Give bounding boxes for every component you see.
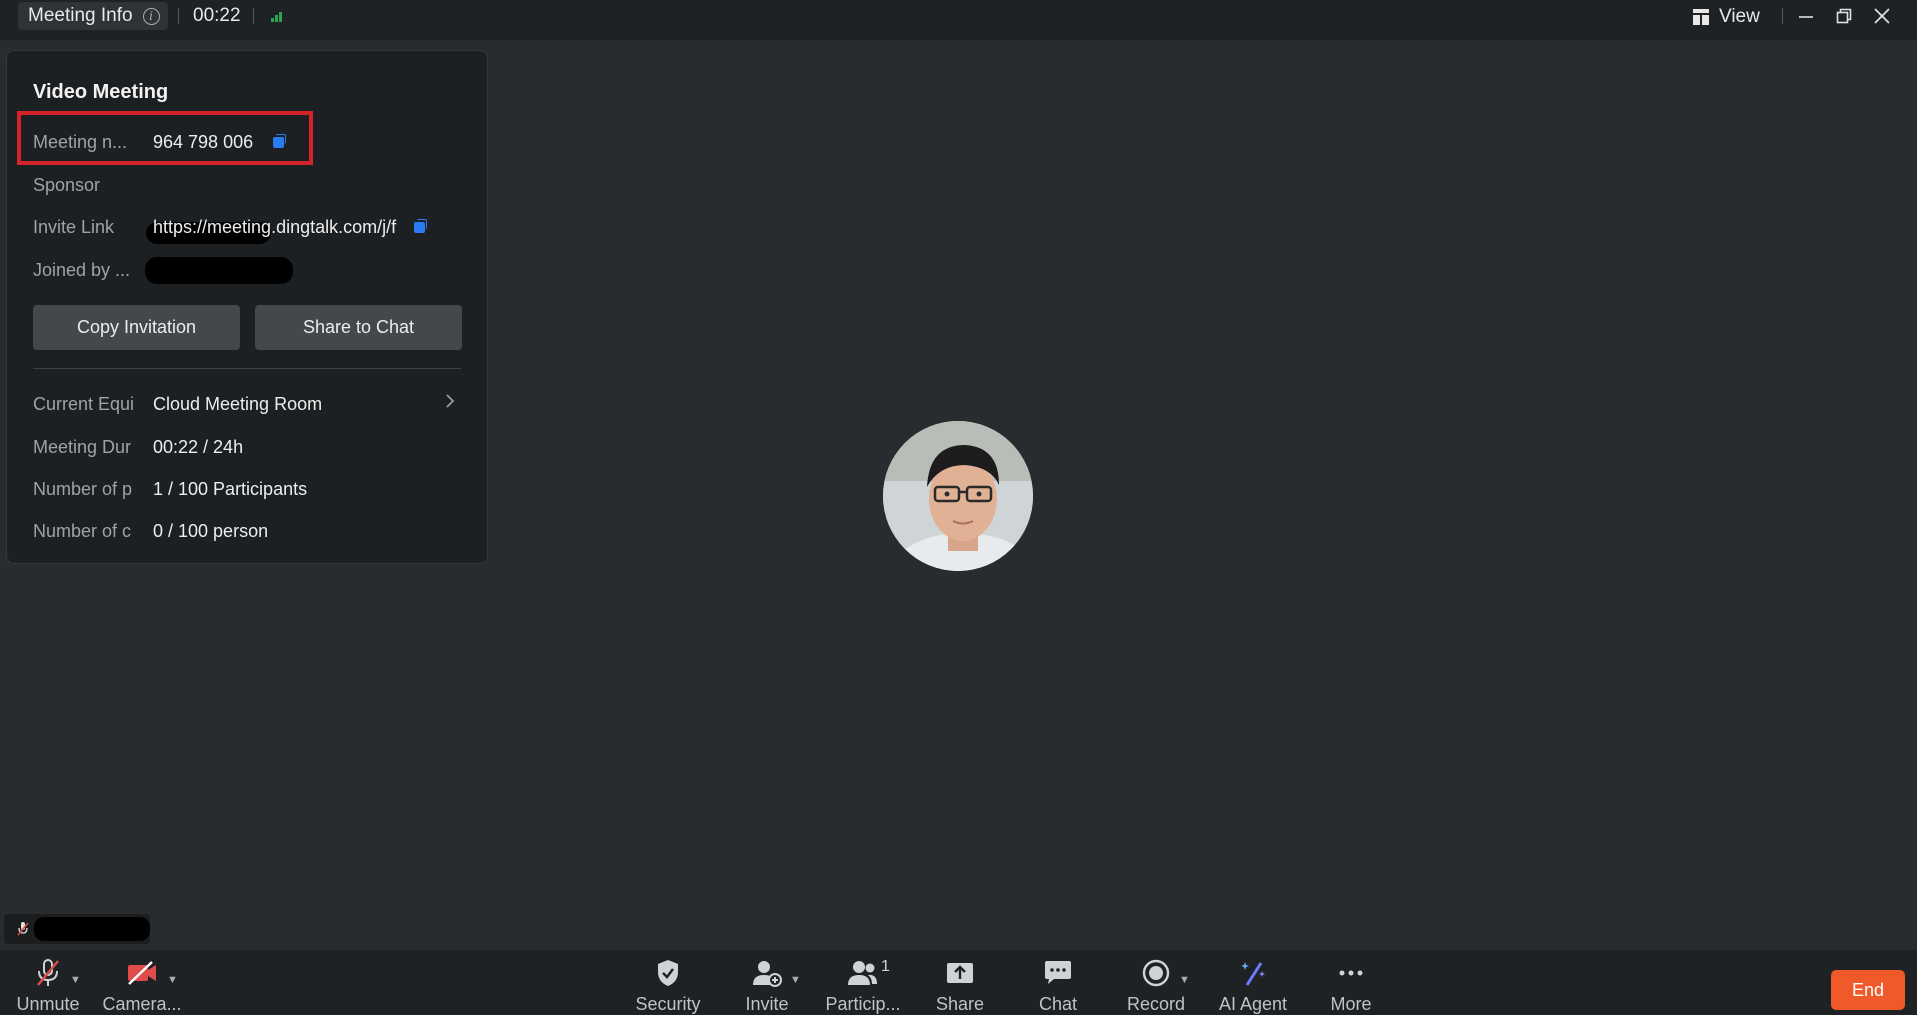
other-count-row: Number of c 0 / 100 person <box>33 518 268 544</box>
share-screen-icon <box>940 958 980 988</box>
unmute-label: Unmute <box>16 994 80 1014</box>
meeting-duration-label: Meeting Dur <box>33 436 132 457</box>
sponsor-label: Sponsor <box>33 174 101 195</box>
invite-label: Invite <box>745 994 789 1014</box>
info-icon: i <box>142 7 160 25</box>
participants-count-row: Number of p 1 / 100 Participants <box>33 476 307 502</box>
minimize-icon[interactable] <box>1793 4 1819 30</box>
ai-agent-label: AI Agent <box>1218 994 1288 1014</box>
end-meeting-button[interactable]: End <box>1831 970 1905 1010</box>
divider <box>178 8 179 24</box>
invite-button[interactable]: Invite <box>719 958 815 1015</box>
muted-mic-icon <box>28 958 68 988</box>
record-label: Record <box>1126 994 1186 1014</box>
other-count-value: 0 / 100 person <box>153 520 269 541</box>
participants-label: Particip... <box>825 994 901 1014</box>
view-button[interactable]: View <box>1693 4 1760 30</box>
meeting-timer: 00:22 <box>193 5 241 26</box>
highlight-annotation <box>17 111 313 165</box>
title-bar: Meeting Info i 00:22 View <box>0 0 1917 40</box>
record-icon <box>1136 958 1176 988</box>
meeting-info-button[interactable]: Meeting Info i <box>18 2 168 30</box>
chat-label: Chat <box>1038 994 1078 1014</box>
ai-agent-button[interactable]: AI Agent <box>1205 958 1301 1015</box>
network-signal-icon <box>271 10 287 22</box>
meeting-toolbar: Unmute ▼ Camera... ▼ Security Invite ▼ 1… <box>0 950 1917 1015</box>
close-icon[interactable] <box>1869 4 1895 30</box>
record-options-caret-icon[interactable]: ▼ <box>1179 974 1190 986</box>
security-button[interactable]: Security <box>620 958 716 1015</box>
joined-by-row: Joined by ... <box>33 257 153 283</box>
security-label: Security <box>635 994 701 1014</box>
more-label: More <box>1330 994 1372 1014</box>
chat-bubble-icon <box>1038 958 1078 988</box>
view-label: View <box>1719 6 1760 27</box>
grid-view-icon <box>1693 9 1709 25</box>
meeting-duration-row: Meeting Dur 00:22 / 24h <box>33 434 243 460</box>
invite-link-label: Invite Link <box>33 216 115 237</box>
divider <box>1782 8 1783 24</box>
ai-wand-icon <box>1233 958 1273 988</box>
camera-off-icon <box>122 958 162 988</box>
unmute-options-caret-icon[interactable]: ▼ <box>70 974 81 986</box>
other-count-label: Number of c <box>33 520 132 541</box>
redacted-self-name <box>34 917 150 941</box>
participants-count-value: 1 / 100 Participants <box>153 478 308 499</box>
current-equipment-row[interactable]: Current Equi Cloud Meeting Room <box>33 391 473 417</box>
unmute-button[interactable]: Unmute <box>0 958 96 1015</box>
participants-icon: 1 <box>843 958 890 988</box>
add-user-icon <box>747 958 787 988</box>
copy-link-icon[interactable] <box>414 218 428 233</box>
record-button[interactable]: Record <box>1108 958 1204 1015</box>
more-button[interactable]: More <box>1303 958 1399 1015</box>
chat-button[interactable]: Chat <box>1010 958 1106 1015</box>
invite-link-row: Invite Link https://meeting.dingtalk.com… <box>33 214 428 240</box>
panel-title: Video Meeting <box>33 81 169 103</box>
joined-by-label: Joined by ... <box>33 259 131 280</box>
current-equipment-label: Current Equi <box>33 393 135 414</box>
participants-count-label: Number of p <box>33 478 133 499</box>
camera-label: Camera... <box>102 994 182 1014</box>
share-label: Share <box>935 994 985 1014</box>
participant-avatar <box>883 421 1033 571</box>
divider <box>253 8 254 24</box>
share-to-chat-button[interactable]: Share to Chat <box>255 305 462 350</box>
chevron-right-icon[interactable] <box>445 393 455 414</box>
sponsor-row: Sponsor <box>33 172 153 198</box>
shield-icon <box>648 958 688 988</box>
meeting-duration-value: 00:22 / 24h <box>153 436 244 457</box>
self-video-tile[interactable] <box>4 914 150 944</box>
redacted-joined-by <box>145 257 293 284</box>
more-icon <box>1331 958 1371 988</box>
copy-invitation-button[interactable]: Copy Invitation <box>33 305 240 350</box>
panel-divider <box>33 368 461 369</box>
camera-options-caret-icon[interactable]: ▼ <box>167 974 178 986</box>
current-equipment-value: Cloud Meeting Room <box>153 393 323 414</box>
meeting-info-label: Meeting Info <box>28 5 133 26</box>
restore-icon[interactable] <box>1831 4 1857 30</box>
muted-mic-icon <box>16 921 30 937</box>
participants-button[interactable]: 1 Particip... <box>815 958 911 1015</box>
camera-button[interactable]: Camera... <box>94 958 190 1015</box>
participants-count-badge: 1 <box>881 958 890 975</box>
invite-options-caret-icon[interactable]: ▼ <box>790 974 801 986</box>
share-button[interactable]: Share <box>912 958 1008 1015</box>
invite-link-value[interactable]: https://meeting.dingtalk.com/j/f <box>153 217 396 238</box>
